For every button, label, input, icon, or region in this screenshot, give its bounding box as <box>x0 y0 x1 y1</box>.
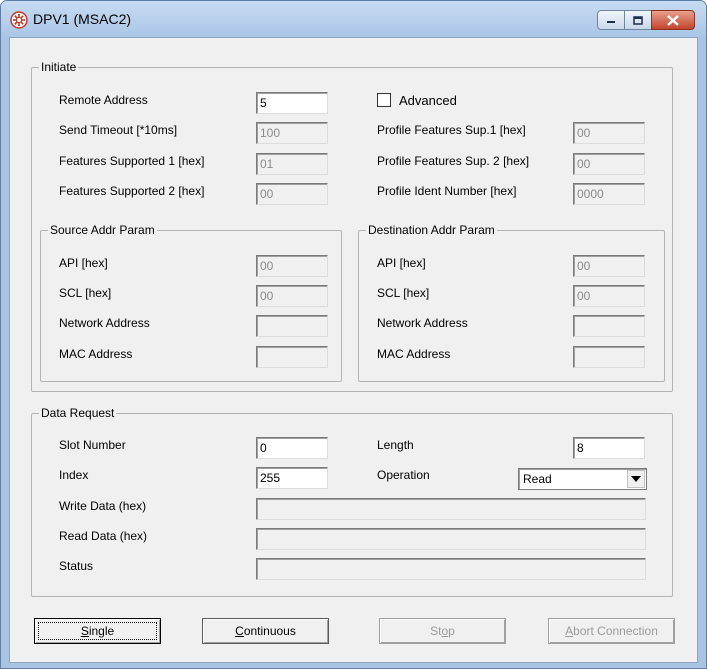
stop-button-label: Stop <box>430 624 455 638</box>
abort-connection-button-label: Abort Connection <box>565 624 658 638</box>
profile-ident-number-input[interactable]: 0000 <box>573 183 645 205</box>
length-input[interactable]: 8 <box>573 437 645 459</box>
source-network-address-label: Network Address <box>59 316 150 330</box>
chevron-down-icon[interactable] <box>627 470 645 488</box>
remote-address-label: Remote Address <box>59 93 148 107</box>
status-input[interactable] <box>256 558 646 580</box>
operation-label: Operation <box>377 468 430 482</box>
close-button[interactable] <box>651 10 695 30</box>
caption-buttons <box>597 10 695 30</box>
profile-features-sup-2-label: Profile Features Sup. 2 [hex] <box>377 154 530 168</box>
read-data-label: Read Data (hex) <box>59 529 148 543</box>
source-network-address-input[interactable] <box>256 315 328 337</box>
features-supported-2-label: Features Supported 2 [hex] <box>59 184 205 198</box>
window-title: DPV1 (MSAC2) <box>33 11 132 27</box>
length-label: Length <box>377 438 414 452</box>
destination-scl-label: SCL [hex] <box>377 286 430 300</box>
index-label: Index <box>59 468 89 482</box>
continuous-button-label: Continuous <box>235 624 296 638</box>
features-supported-1-input[interactable]: 01 <box>256 153 328 175</box>
dialog-client-area: Initiate Remote Address 5 Send Timeout [… <box>9 37 698 663</box>
gear-icon <box>10 11 28 29</box>
profile-features-sup-1-label: Profile Features Sup.1 [hex] <box>377 123 526 137</box>
continuous-button[interactable]: Continuous <box>202 618 329 644</box>
data-request-group-title: Data Request <box>39 405 117 421</box>
status-label: Status <box>59 559 94 573</box>
source-scl-label: SCL [hex] <box>59 286 112 300</box>
stop-button[interactable]: Stop <box>379 618 506 644</box>
source-scl-input[interactable]: 00 <box>256 285 328 307</box>
destination-addr-group-title: Destination Addr Param <box>366 222 497 238</box>
slot-number-input[interactable]: 0 <box>256 437 328 459</box>
advanced-checkbox[interactable] <box>377 93 391 107</box>
initiate-group-title: Initiate <box>39 59 79 75</box>
source-api-input[interactable]: 00 <box>256 255 328 277</box>
close-icon <box>667 14 679 26</box>
destination-mac-address-input[interactable] <box>573 346 645 368</box>
write-data-input[interactable] <box>256 498 646 520</box>
profile-features-sup-1-input[interactable]: 00 <box>573 122 645 144</box>
maximize-button[interactable] <box>624 10 652 30</box>
minimize-icon <box>607 21 615 23</box>
source-api-label: API [hex] <box>59 256 108 270</box>
profile-ident-number-label: Profile Ident Number [hex] <box>377 184 517 198</box>
features-supported-1-label: Features Supported 1 [hex] <box>59 154 205 168</box>
operation-select-value: Read <box>523 472 552 486</box>
write-data-label: Write Data (hex) <box>59 499 147 513</box>
send-timeout-input[interactable]: 100 <box>256 122 328 144</box>
destination-network-address-label: Network Address <box>377 316 468 330</box>
single-button[interactable]: Single <box>34 618 161 644</box>
features-supported-2-input[interactable]: 00 <box>256 183 328 205</box>
destination-api-input[interactable]: 00 <box>573 255 645 277</box>
title-bar[interactable]: DPV1 (MSAC2) <box>1 1 706 37</box>
index-input[interactable]: 255 <box>256 467 328 489</box>
advanced-label[interactable]: Advanced <box>399 93 457 109</box>
minimize-button[interactable] <box>597 10 625 30</box>
send-timeout-label: Send Timeout [*10ms] <box>59 123 178 137</box>
destination-api-label: API [hex] <box>377 256 426 270</box>
read-data-input[interactable] <box>256 528 646 550</box>
slot-number-label: Slot Number <box>59 438 126 452</box>
maximize-icon <box>633 15 643 25</box>
abort-connection-button[interactable]: Abort Connection <box>548 618 675 644</box>
profile-features-sup-2-input[interactable]: 00 <box>573 153 645 175</box>
remote-address-input[interactable]: 5 <box>256 92 328 114</box>
operation-select[interactable]: Read <box>518 468 647 490</box>
destination-scl-input[interactable]: 00 <box>573 285 645 307</box>
source-mac-address-input[interactable] <box>256 346 328 368</box>
destination-mac-address-label: MAC Address <box>377 347 451 361</box>
source-addr-group-title: Source Addr Param <box>48 222 157 238</box>
focus-ring <box>38 622 157 640</box>
dialog-window: DPV1 (MSAC2) Initiate Remote Address 5 S… <box>0 0 707 669</box>
destination-network-address-input[interactable] <box>573 315 645 337</box>
source-mac-address-label: MAC Address <box>59 347 133 361</box>
